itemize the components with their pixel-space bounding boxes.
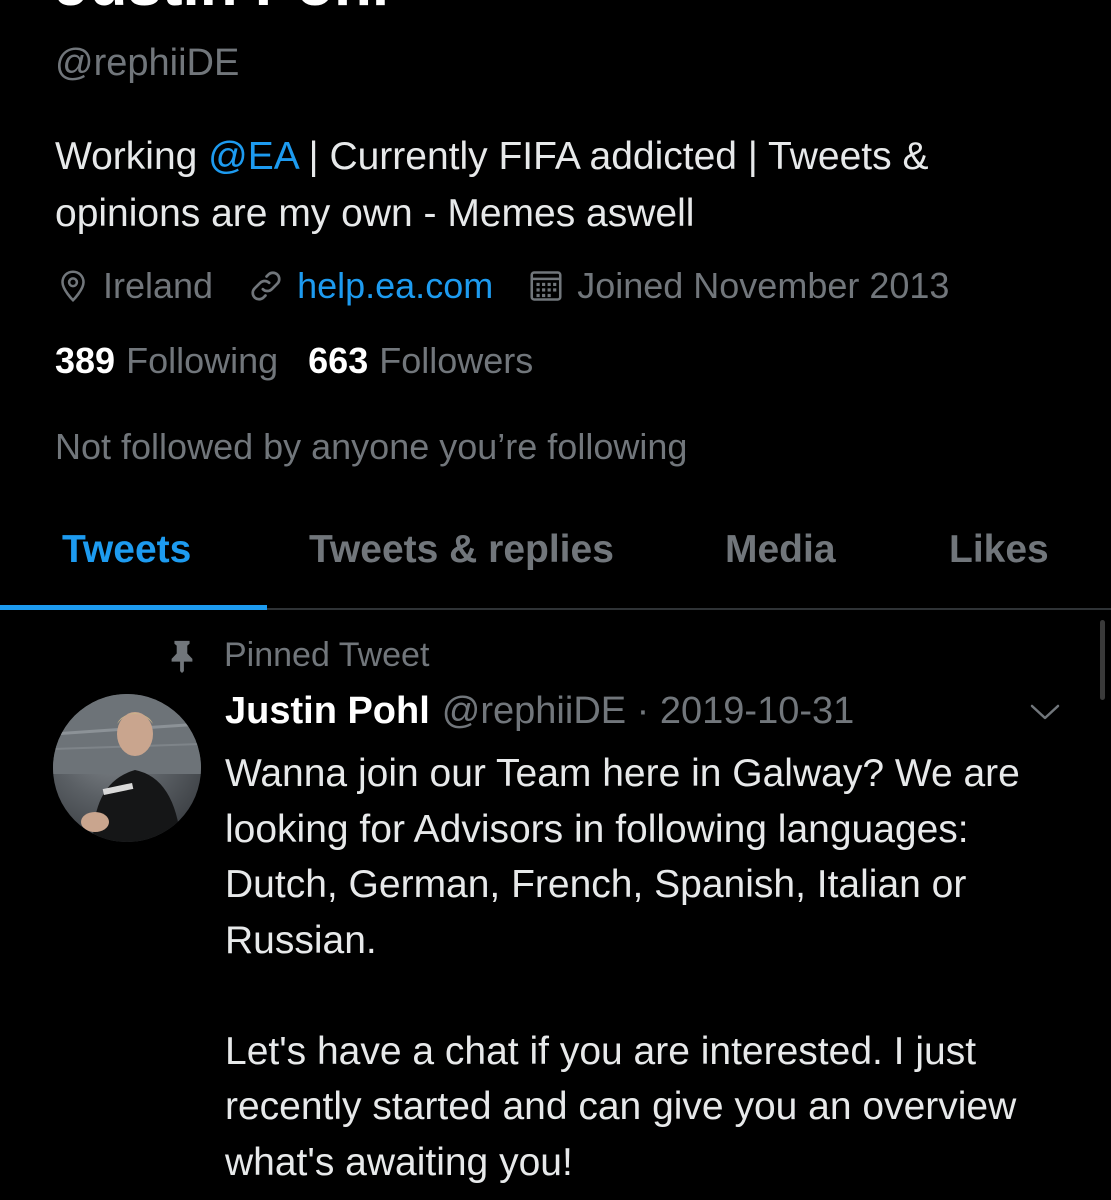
pinned-label: Pinned Tweet <box>224 636 430 674</box>
profile-meta: Ireland help.ea.com Joined November 2013 <box>55 258 983 314</box>
tweet-text: Wanna join our Team here in Galway? We a… <box>225 752 1020 1184</box>
profile-tabs: Tweets Tweets & replies Media Likes <box>0 500 1111 610</box>
followers-count-link[interactable]: 663 Followers <box>308 340 533 382</box>
avatar-photo <box>53 694 201 842</box>
profile-handle: @rephiiDE <box>55 42 240 84</box>
following-count: 389 <box>55 340 116 381</box>
scrollbar[interactable] <box>1100 620 1105 700</box>
pinned-indicator: Pinned Tweet <box>168 636 429 675</box>
website-link[interactable]: help.ea.com <box>297 265 493 307</box>
location-pin-icon <box>61 270 85 303</box>
profile-joined: Joined November 2013 <box>527 265 949 307</box>
avatar[interactable] <box>53 694 201 842</box>
following-label: Following <box>126 340 279 381</box>
followers-label: Followers <box>379 340 534 381</box>
pin-icon <box>171 640 193 673</box>
tab-media[interactable]: Media <box>725 528 836 572</box>
tweet-date[interactable]: 2019-10-31 <box>660 690 854 732</box>
link-icon <box>251 271 281 301</box>
tab-tweets-and-replies[interactable]: Tweets & replies <box>309 528 614 572</box>
joined-text: Joined November 2013 <box>577 265 950 306</box>
active-tab-indicator <box>0 605 267 610</box>
follow-counts: 389 Following 663 Followers <box>55 340 563 382</box>
location-text: Ireland <box>103 265 214 306</box>
not-followed-note: Not followed by anyone you’re following <box>55 426 688 467</box>
profile-bio: Working @EA | Currently FIFA addicted | … <box>55 128 1065 242</box>
followers-count: 663 <box>308 340 369 381</box>
chevron-down-icon[interactable] <box>1028 700 1062 724</box>
profile-website[interactable]: help.ea.com <box>247 265 493 307</box>
tab-tweets[interactable]: Tweets <box>62 528 191 572</box>
bio-text-prefix: Working <box>55 135 209 178</box>
profile-location: Ireland <box>55 265 213 307</box>
tweet-author-name[interactable]: Justin Pohl <box>225 690 430 732</box>
tweet-separator: · <box>636 690 650 732</box>
tab-likes[interactable]: Likes <box>949 528 1049 572</box>
tweet-author-handle[interactable]: @rephiiDE <box>442 690 626 732</box>
profile-name: Justin Pohl <box>55 0 389 16</box>
following-count-link[interactable]: 389 Following <box>55 340 278 382</box>
tweet-header: Justin Pohl @rephiiDE · 2019-10-31 <box>225 690 854 733</box>
bio-mention-link[interactable]: @EA <box>208 135 297 178</box>
calendar-icon <box>530 271 562 301</box>
